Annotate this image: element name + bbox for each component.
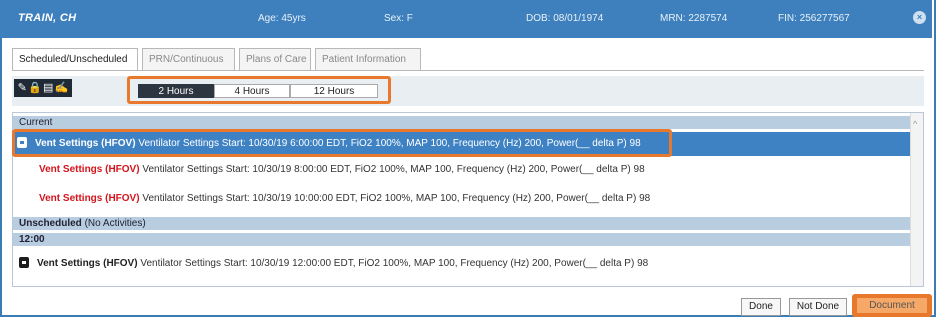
patient-age: Age: 45yrs <box>258 13 306 24</box>
done-button[interactable]: Done <box>741 298 781 316</box>
tab-plans-of-care[interactable]: Plans of Care <box>239 48 311 70</box>
vertical-scrollbar[interactable]: ^ <box>910 113 923 286</box>
unscheduled-label: Unscheduled <box>19 218 82 229</box>
toolbar-icon-group: ✎ 🔒 ▤ ✍ <box>14 79 72 97</box>
current-section-header: Current <box>13 116 911 129</box>
patient-dob: DOB: 08/01/1974 <box>526 13 604 24</box>
task-name: Vent Settings (HFOV) <box>39 164 140 175</box>
chevron-up-icon[interactable]: ^ <box>913 119 917 129</box>
task-detail: Ventilator Settings Start: 10/30/19 10:0… <box>139 193 651 204</box>
patient-fin: FIN: 256277567 <box>778 13 850 24</box>
time-group-header: 12:00 <box>13 233 911 246</box>
time-range-selector: 2 Hours 4 Hours 12 Hours <box>127 76 391 104</box>
patient-banner: TRAIN, CH Age: 45yrs Sex: F DOB: 08/01/1… <box>0 0 932 38</box>
task-name: Vent Settings (HFOV) <box>37 258 138 269</box>
lock-icon <box>17 137 27 148</box>
lock-icon <box>19 257 29 268</box>
tab-prn-continuous[interactable]: PRN/Continuous <box>142 48 235 70</box>
close-icon[interactable]: × <box>913 11 926 24</box>
tab-scheduled-unscheduled[interactable]: Scheduled/Unscheduled <box>12 48 138 71</box>
range-4-hours-button[interactable]: 4 Hours <box>214 84 290 98</box>
task-row[interactable]: Vent Settings (HFOV) Ventilator Settings… <box>13 187 911 211</box>
edit-form-icon[interactable]: ✍ <box>55 79 69 97</box>
range-2-hours-button[interactable]: 2 Hours <box>138 84 214 98</box>
patient-mrn: MRN: 2287574 <box>660 13 728 24</box>
pencil-icon[interactable]: ✎ <box>18 79 27 97</box>
task-detail: Ventilator Settings Start: 10/30/19 12:0… <box>137 258 649 269</box>
task-row[interactable]: Vent Settings (HFOV) Ventilator Settings… <box>13 252 911 276</box>
task-row[interactable]: Vent Settings (HFOV) Ventilator Settings… <box>13 132 911 156</box>
task-row[interactable]: Vent Settings (HFOV) Ventilator Settings… <box>13 158 911 182</box>
patient-sex: Sex: F <box>384 13 413 24</box>
unscheduled-note: (No Activities) <box>81 218 146 229</box>
task-detail: Ventilator Settings Start: 10/30/19 6:00… <box>135 138 641 149</box>
task-detail: Ventilator Settings Start: 10/30/19 8:00… <box>139 164 645 175</box>
document-button[interactable]: Document <box>857 298 927 313</box>
patient-name: TRAIN, CH <box>18 12 77 24</box>
lock-icon[interactable]: 🔒 <box>28 79 42 97</box>
unscheduled-section-header: Unscheduled (No Activities) <box>13 217 911 230</box>
clipboard-icon[interactable]: ▤ <box>43 79 53 97</box>
tab-patient-information[interactable]: Patient Information <box>315 48 421 70</box>
task-name: Vent Settings (HFOV) <box>35 138 136 149</box>
document-button-highlight: Document <box>852 294 932 317</box>
task-list: Current Vent Settings (HFOV) Ventilator … <box>12 112 924 287</box>
task-name: Vent Settings (HFOV) <box>39 193 140 204</box>
range-12-hours-button[interactable]: 12 Hours <box>290 84 378 98</box>
tabs-divider <box>12 70 924 71</box>
not-done-button[interactable]: Not Done <box>789 298 847 316</box>
